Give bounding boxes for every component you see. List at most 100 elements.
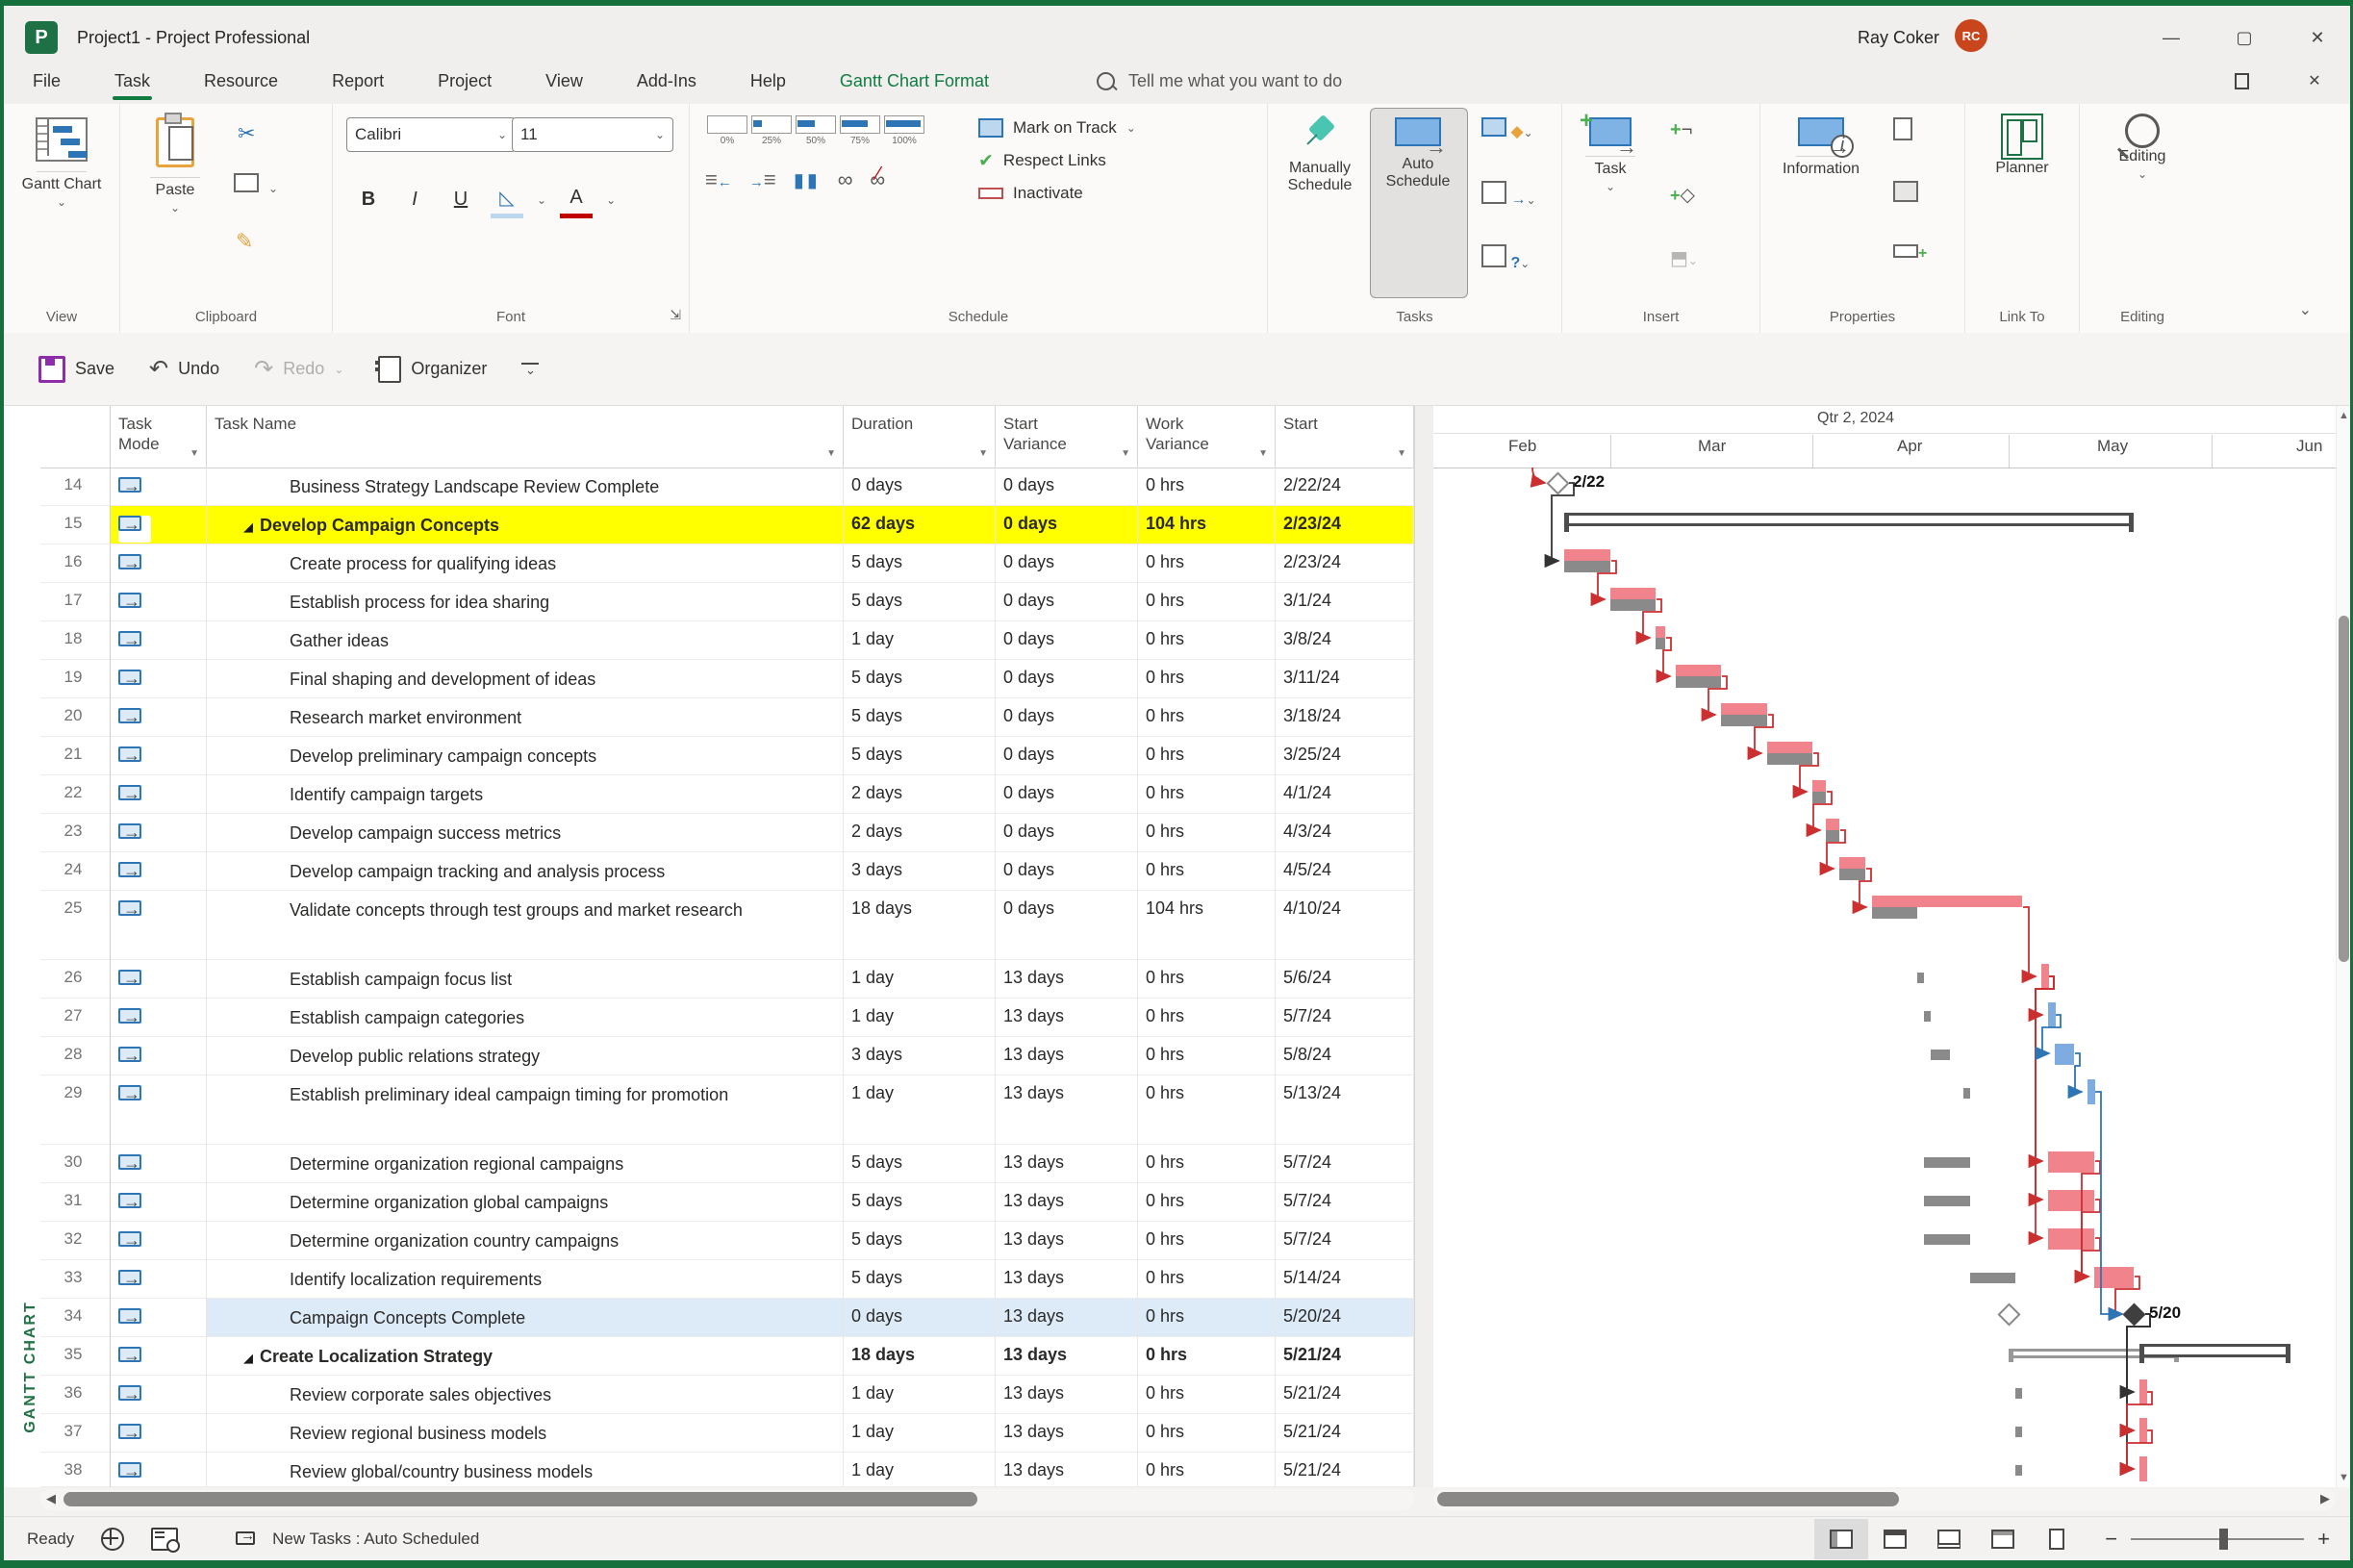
minimize-button[interactable]: —	[2149, 23, 2193, 52]
doc-restore-button[interactable]	[2222, 65, 2261, 96]
task-bar-critical[interactable]	[1812, 780, 1826, 792]
duration-cell[interactable]: 3 days	[844, 852, 996, 891]
insert-deliverable-button[interactable]: ⬒⌄	[1670, 246, 1698, 270]
task-mode-cell[interactable]: →	[111, 1260, 207, 1299]
avatar[interactable]: RC	[1955, 19, 1987, 52]
table-row[interactable]: 25→Validate concepts through test groups…	[40, 891, 1414, 960]
start-variance-cell[interactable]: 0 days	[996, 468, 1138, 506]
start-variance-cell[interactable]: 13 days	[996, 960, 1138, 999]
start-variance-cell[interactable]: 13 days	[996, 1222, 1138, 1260]
summary-bar[interactable]	[1564, 513, 2134, 526]
tab-file[interactable]: File	[29, 71, 64, 91]
task-name-cell[interactable]: Establish campaign focus list	[207, 960, 844, 999]
tell-me-box[interactable]: Tell me what you want to do	[1097, 65, 1342, 96]
start-cell[interactable]: 4/10/24	[1276, 891, 1414, 960]
task-mode-cell[interactable]: →	[111, 1222, 207, 1260]
task-bar-noncritical[interactable]	[2087, 1079, 2095, 1104]
duration-cell[interactable]: 1 day	[844, 999, 996, 1037]
start-cell[interactable]: 5/6/24	[1276, 960, 1414, 999]
task-name-cell[interactable]: ◢Develop Campaign Concepts	[207, 506, 844, 544]
tab-resource[interactable]: Resource	[200, 71, 282, 91]
duration-cell[interactable]: 18 days	[844, 1337, 996, 1376]
doc-close-button[interactable]: ✕	[2295, 65, 2334, 96]
work-variance-cell[interactable]: 0 hrs	[1138, 1299, 1276, 1337]
move-task-button[interactable]: →⌄	[1481, 181, 1536, 209]
work-variance-cell[interactable]: 0 hrs	[1138, 1376, 1276, 1414]
report-view-button[interactable]	[2030, 1519, 2084, 1559]
duration-cell[interactable]: 0 days	[844, 1299, 996, 1337]
start-variance-cell[interactable]: 13 days	[996, 1183, 1138, 1222]
chart-hscroll-right-arrow[interactable]: ▶	[2320, 1491, 2330, 1506]
tab-task[interactable]: Task	[111, 71, 154, 91]
duration-cell[interactable]: 1 day	[844, 1376, 996, 1414]
duration-cell[interactable]: 1 day	[844, 1414, 996, 1453]
start-cell[interactable]: 3/18/24	[1276, 698, 1414, 737]
table-hscroll-thumb[interactable]	[63, 1492, 977, 1506]
work-variance-cell[interactable]: 0 hrs	[1138, 583, 1276, 621]
paste-button[interactable]: Paste⌄	[132, 114, 218, 216]
task-mode-cell[interactable]: →	[111, 1183, 207, 1222]
start-variance-cell[interactable]: 0 days	[996, 698, 1138, 737]
task-name-cell[interactable]: Review corporate sales objectives	[207, 1376, 844, 1414]
duration-cell[interactable]: 1 day	[844, 1453, 996, 1487]
cut-button[interactable]: ✂	[238, 121, 255, 146]
insert-milestone-button[interactable]: +◇	[1670, 183, 1695, 207]
duration-cell[interactable]: 5 days	[844, 660, 996, 698]
task-mode-cell[interactable]: →	[111, 1145, 207, 1183]
task-name-cell[interactable]: Establish campaign categories	[207, 999, 844, 1037]
unlink-tasks-button[interactable]: ∞⁄	[870, 167, 885, 192]
duration-cell[interactable]: 5 days	[844, 583, 996, 621]
task-bar-critical[interactable]	[2139, 1379, 2147, 1404]
task-name-cell[interactable]: Identify localization requirements	[207, 1260, 844, 1299]
start-variance-cell[interactable]: 13 days	[996, 1414, 1138, 1453]
work-variance-cell[interactable]: 0 hrs	[1138, 1222, 1276, 1260]
start-cell[interactable]: 4/1/24	[1276, 775, 1414, 814]
table-row[interactable]: 34→Campaign Concepts Complete0 days13 da…	[40, 1299, 1414, 1337]
table-row[interactable]: 35→◢Create Localization Strategy18 days1…	[40, 1337, 1414, 1376]
task-mode-cell[interactable]: →	[111, 775, 207, 814]
task-bar-critical[interactable]	[1564, 549, 1610, 561]
work-variance-cell[interactable]: 0 hrs	[1138, 1075, 1276, 1145]
task-bar-critical[interactable]	[1826, 819, 1839, 830]
task-mode-button[interactable]: ?⌄	[1481, 244, 1530, 272]
work-variance-cell[interactable]: 0 hrs	[1138, 1183, 1276, 1222]
start-variance-cell[interactable]: 13 days	[996, 1260, 1138, 1299]
task-mode-cell[interactable]: →	[111, 583, 207, 621]
font-color-button[interactable]: A	[560, 181, 593, 218]
task-name-cell[interactable]: Validate concepts through test groups an…	[207, 891, 844, 960]
work-variance-cell[interactable]: 0 hrs	[1138, 1453, 1276, 1487]
start-cell[interactable]: 5/7/24	[1276, 1145, 1414, 1183]
work-variance-cell[interactable]: 0 hrs	[1138, 814, 1276, 852]
task-bar-critical[interactable]	[2048, 1190, 2094, 1211]
start-cell[interactable]: 5/21/24	[1276, 1337, 1414, 1376]
start-cell[interactable]: 5/21/24	[1276, 1376, 1414, 1414]
tab-add-ins[interactable]: Add-Ins	[633, 71, 700, 91]
start-cell[interactable]: 2/22/24	[1276, 468, 1414, 506]
task-name-cell[interactable]: Establish preliminary ideal campaign tim…	[207, 1075, 844, 1145]
work-variance-cell[interactable]: 0 hrs	[1138, 960, 1276, 999]
task-mode-cell[interactable]: →	[111, 506, 207, 544]
maximize-button[interactable]: ▢	[2222, 23, 2266, 52]
work-variance-cell[interactable]: 104 hrs	[1138, 506, 1276, 544]
task-mode-cell[interactable]: →	[111, 1299, 207, 1337]
start-cell[interactable]: 3/8/24	[1276, 621, 1414, 660]
chart-hscrollbar[interactable]: ▶	[1433, 1489, 2336, 1510]
task-name-cell[interactable]: Develop campaign success metrics	[207, 814, 844, 852]
save-button[interactable]: Save	[38, 356, 114, 383]
bold-button[interactable]: B	[352, 184, 385, 216]
task-mode-cell[interactable]: →	[111, 698, 207, 737]
collapse-triangle-icon[interactable]: ◢	[243, 519, 253, 534]
manually-schedule-button[interactable]: Manually Schedule	[1274, 114, 1366, 194]
background-color-button[interactable]: ◺	[491, 181, 523, 218]
task-mode-cell[interactable]: →	[111, 1414, 207, 1453]
indent-task-button[interactable]: →≡	[749, 167, 776, 192]
start-cell[interactable]: 4/5/24	[1276, 852, 1414, 891]
start-cell[interactable]: 5/13/24	[1276, 1075, 1414, 1145]
task-mode-cell[interactable]: →	[111, 814, 207, 852]
task-bar-critical[interactable]	[2094, 1267, 2134, 1288]
task-mode-cell[interactable]: →	[111, 852, 207, 891]
task-bar-critical[interactable]	[1656, 626, 1665, 638]
italic-button[interactable]: I	[398, 184, 431, 216]
percent-0-button[interactable]: 0%	[705, 115, 749, 146]
work-variance-cell[interactable]: 0 hrs	[1138, 1037, 1276, 1075]
